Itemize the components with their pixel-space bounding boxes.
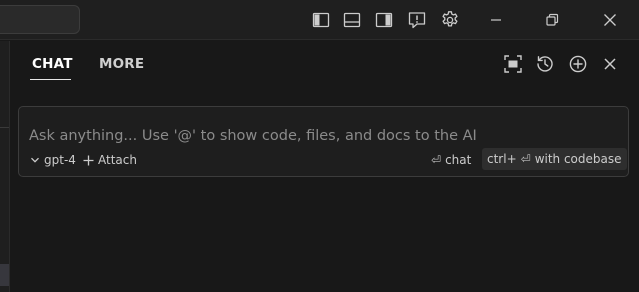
new-chat-icon[interactable] (567, 53, 589, 75)
active-tab-indicator (30, 79, 71, 80)
send-chat-label: chat (445, 153, 472, 167)
divider (0, 127, 9, 128)
tab-more[interactable]: MORE (99, 56, 144, 72)
toggle-secondary-sidebar-icon[interactable] (373, 9, 395, 31)
command-center-search[interactable] (0, 5, 80, 34)
gear-icon[interactable] (439, 9, 461, 31)
restore-icon[interactable] (541, 9, 563, 31)
history-icon[interactable] (534, 53, 556, 75)
send-chat-button[interactable]: ⏎ chat (431, 151, 471, 169)
minimize-icon[interactable] (485, 9, 507, 31)
editor-strip (0, 41, 10, 292)
chevron-down-icon (31, 157, 39, 163)
codebase-shortcut: ctrl+ (487, 152, 517, 166)
maximize-icon[interactable] (502, 53, 524, 75)
enter-key-icon: ⏎ (520, 152, 531, 166)
feedback-icon[interactable] (406, 9, 428, 31)
model-selector[interactable]: gpt-4 (30, 151, 76, 169)
model-label: gpt-4 (44, 153, 76, 167)
chat-input-box: gpt-4 Attach ⏎ chat ctrl+⏎ with codebase (18, 106, 629, 177)
enter-key-icon: ⏎ (431, 153, 442, 167)
plus-icon (83, 155, 94, 165)
toggle-panel-icon[interactable] (341, 9, 363, 31)
selected-row[interactable] (0, 264, 9, 286)
chat-input[interactable] (29, 125, 619, 147)
codebase-label: with codebase (534, 152, 622, 166)
tab-chat[interactable]: CHAT (32, 56, 73, 72)
close-icon[interactable] (599, 9, 621, 31)
close-panel-icon[interactable] (599, 53, 621, 75)
toggle-primary-sidebar-icon[interactable] (310, 9, 332, 31)
send-with-codebase-button[interactable]: ctrl+ ⏎ with codebase (482, 148, 627, 170)
attach-button[interactable]: Attach (83, 151, 137, 169)
attach-label: Attach (98, 153, 137, 167)
title-bar (0, 0, 639, 40)
app-window: CHAT MORE Ask anything... Use '@' to sho… (0, 0, 639, 292)
